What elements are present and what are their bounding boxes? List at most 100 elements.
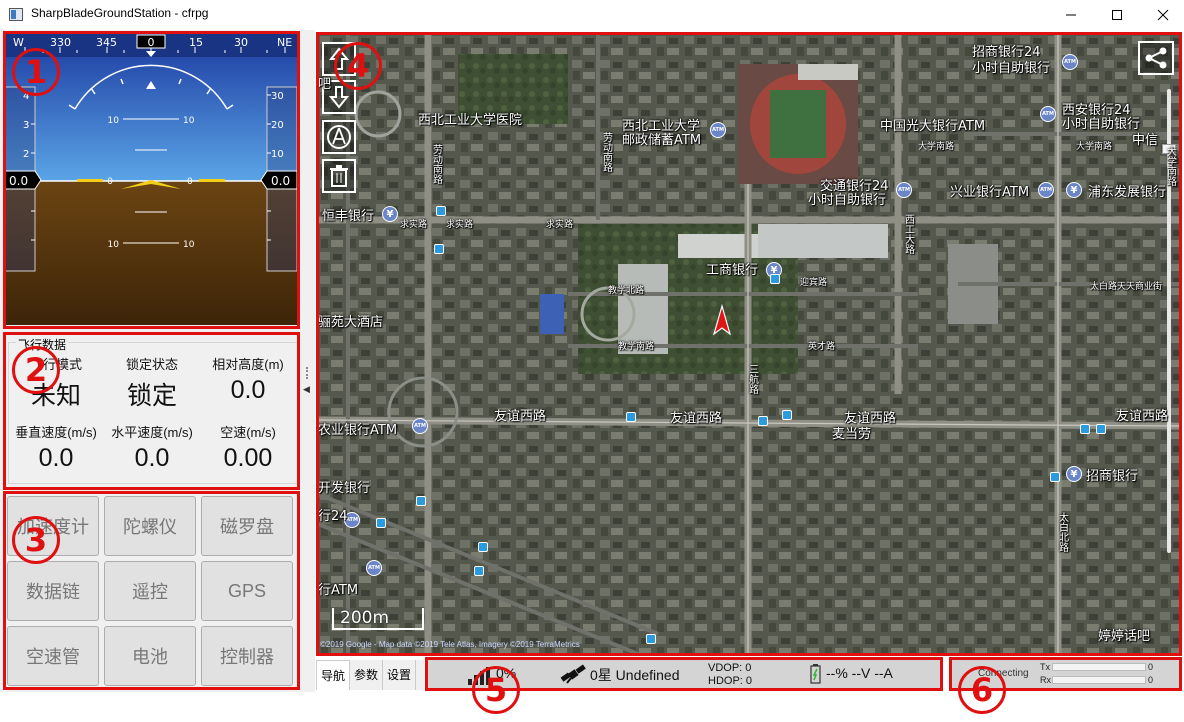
bus-stop-icon[interactable] — [376, 518, 386, 528]
pitch-label: 0 — [107, 177, 113, 187]
heading-value: 0 — [148, 36, 155, 49]
bus-stop-icon[interactable] — [1080, 424, 1090, 434]
tab-navigation[interactable]: 导航 — [316, 660, 351, 690]
road-label: 求实路 — [446, 220, 474, 230]
relative-altitude-cell: 相对高度(m) 0.0 — [199, 354, 297, 405]
vertical-speed-cell: 垂直速度(m/s) 0.0 — [7, 422, 105, 473]
horizontal-speed-cell: 水平速度(m/s) 0.0 — [103, 422, 201, 473]
bank-icon[interactable]: ¥ — [382, 206, 398, 222]
controller-button[interactable]: 控制器 — [201, 626, 293, 686]
waypoint-icon — [327, 125, 351, 149]
tx-bar — [1052, 663, 1146, 671]
share-button[interactable] — [1138, 41, 1174, 75]
bus-stop-icon[interactable] — [1050, 472, 1060, 482]
bus-stop-icon[interactable] — [416, 496, 426, 506]
map-label: 行24 — [318, 509, 348, 524]
minimize-icon — [1066, 14, 1076, 16]
waypoint-button[interactable] — [322, 120, 356, 154]
airspeed-label: 空速(m/s) — [220, 425, 276, 440]
atm-icon[interactable]: ATM — [366, 560, 382, 576]
compass-label: 330 — [50, 36, 71, 49]
battery-icon — [810, 664, 821, 684]
speed-scale-label: 3 — [23, 120, 29, 131]
road-label: 西工大路 — [902, 214, 914, 254]
map-label: 麦当劳 — [832, 427, 872, 442]
pitot-button[interactable]: 空速管 — [7, 626, 99, 686]
annotation-number-4: 4 — [334, 42, 382, 90]
pitch-label: 10 — [108, 116, 120, 126]
app-icon — [9, 8, 23, 21]
horizontal-speed-label: 水平速度(m/s) — [111, 425, 193, 440]
bus-stop-icon[interactable] — [758, 416, 768, 426]
map-label: 西北工业大学医院 — [418, 113, 523, 128]
gyroscope-button[interactable]: 陀螺仪 — [104, 496, 196, 556]
map-label: 行ATM — [318, 583, 359, 598]
map-label: 吧 — [318, 77, 332, 92]
vertical-speed-value: 0.0 — [38, 444, 74, 472]
map-label: 工商银行 — [706, 263, 759, 278]
map-label: 浦东发展银行 — [1088, 185, 1167, 200]
speed-scale-label: 2 — [23, 149, 29, 160]
bus-stop-icon[interactable] — [478, 542, 488, 552]
bus-stop-icon[interactable] — [646, 634, 656, 644]
altitude-readout: 0.0 — [271, 174, 290, 188]
rc-button[interactable]: 遥控 — [104, 561, 196, 621]
bank-icon[interactable]: ¥ — [1066, 182, 1082, 198]
bus-stop-icon[interactable] — [770, 274, 780, 284]
bus-stop-icon[interactable] — [782, 410, 792, 420]
atm-icon[interactable]: ATM — [1040, 106, 1056, 122]
road-label: 教学南路 — [618, 342, 655, 352]
minimize-button[interactable] — [1048, 0, 1094, 30]
road-label: 太白北路 — [1056, 512, 1068, 552]
vertical-speed-label: 垂直速度(m/s) — [15, 425, 97, 440]
satellite-status: 0星 Undefined — [590, 667, 680, 683]
rx-value: 0 — [1148, 675, 1154, 685]
panel-splitter[interactable]: ◀ — [301, 30, 315, 692]
annotation-number-5: 5 — [472, 666, 520, 714]
collapse-arrow-icon[interactable]: ◀ — [303, 385, 310, 395]
map-label: 友谊西路 — [670, 411, 723, 426]
pitch-label: 10 — [183, 116, 195, 126]
trash-icon — [330, 165, 348, 187]
map-label: 招商银行24 — [972, 45, 1041, 60]
delete-button[interactable] — [322, 159, 356, 193]
bus-stop-icon[interactable] — [436, 206, 446, 216]
map-label: 婷婷话吧 — [1098, 629, 1151, 644]
map-label: 农业银行ATM — [318, 423, 398, 438]
rx-bar — [1052, 676, 1146, 684]
lock-state-label: 锁定状态 — [125, 357, 178, 372]
alt-scale-label: 20 — [271, 120, 284, 131]
road-label: 太白路天天商业街 — [1090, 282, 1163, 292]
satellite-map[interactable]: ATM ATM ATM ATM ATM ATM ATM ATM ¥ ¥ ¥ ¥ … — [318, 34, 1180, 654]
bus-stop-icon[interactable] — [626, 412, 636, 422]
bus-stop-icon[interactable] — [1096, 424, 1106, 434]
map-label: 恒丰银行 — [322, 209, 375, 224]
road-label: 大学南路 — [1164, 146, 1176, 186]
road-label: 劳动南路 — [430, 144, 442, 184]
compass-label: 345 — [96, 36, 117, 49]
datalink-button[interactable]: 数据链 — [7, 561, 99, 621]
maximize-button[interactable] — [1094, 0, 1140, 30]
atm-icon[interactable]: ATM — [896, 182, 912, 198]
compass-label: 30 — [234, 36, 248, 49]
map-label: 兴业银行ATM — [950, 185, 1030, 200]
gps-button[interactable]: GPS — [201, 561, 293, 621]
map-label: 中信 — [1132, 133, 1159, 148]
close-button[interactable] — [1140, 0, 1184, 30]
bus-stop-icon[interactable] — [434, 244, 444, 254]
tab-parameters[interactable]: 参数 — [350, 660, 384, 690]
tab-settings[interactable]: 设置 — [383, 660, 417, 690]
satellite-icon — [560, 664, 586, 684]
map-label: 骊苑大酒店 — [318, 315, 384, 330]
atm-icon[interactable]: ATM — [1062, 54, 1078, 70]
atm-icon[interactable]: ATM — [710, 122, 726, 138]
atm-icon[interactable]: ATM — [412, 418, 428, 434]
close-icon — [1157, 9, 1169, 21]
map-attribution[interactable]: ©2019 Google - Map data ©2019 Tele Atlas… — [320, 640, 580, 649]
bus-stop-icon[interactable] — [474, 566, 484, 576]
map-label: 友谊西路 — [844, 411, 897, 426]
compass-button[interactable]: 磁罗盘 — [201, 496, 293, 556]
battery-button[interactable]: 电池 — [104, 626, 196, 686]
bank-icon[interactable]: ¥ — [1066, 466, 1082, 482]
atm-icon[interactable]: ATM — [1038, 182, 1054, 198]
